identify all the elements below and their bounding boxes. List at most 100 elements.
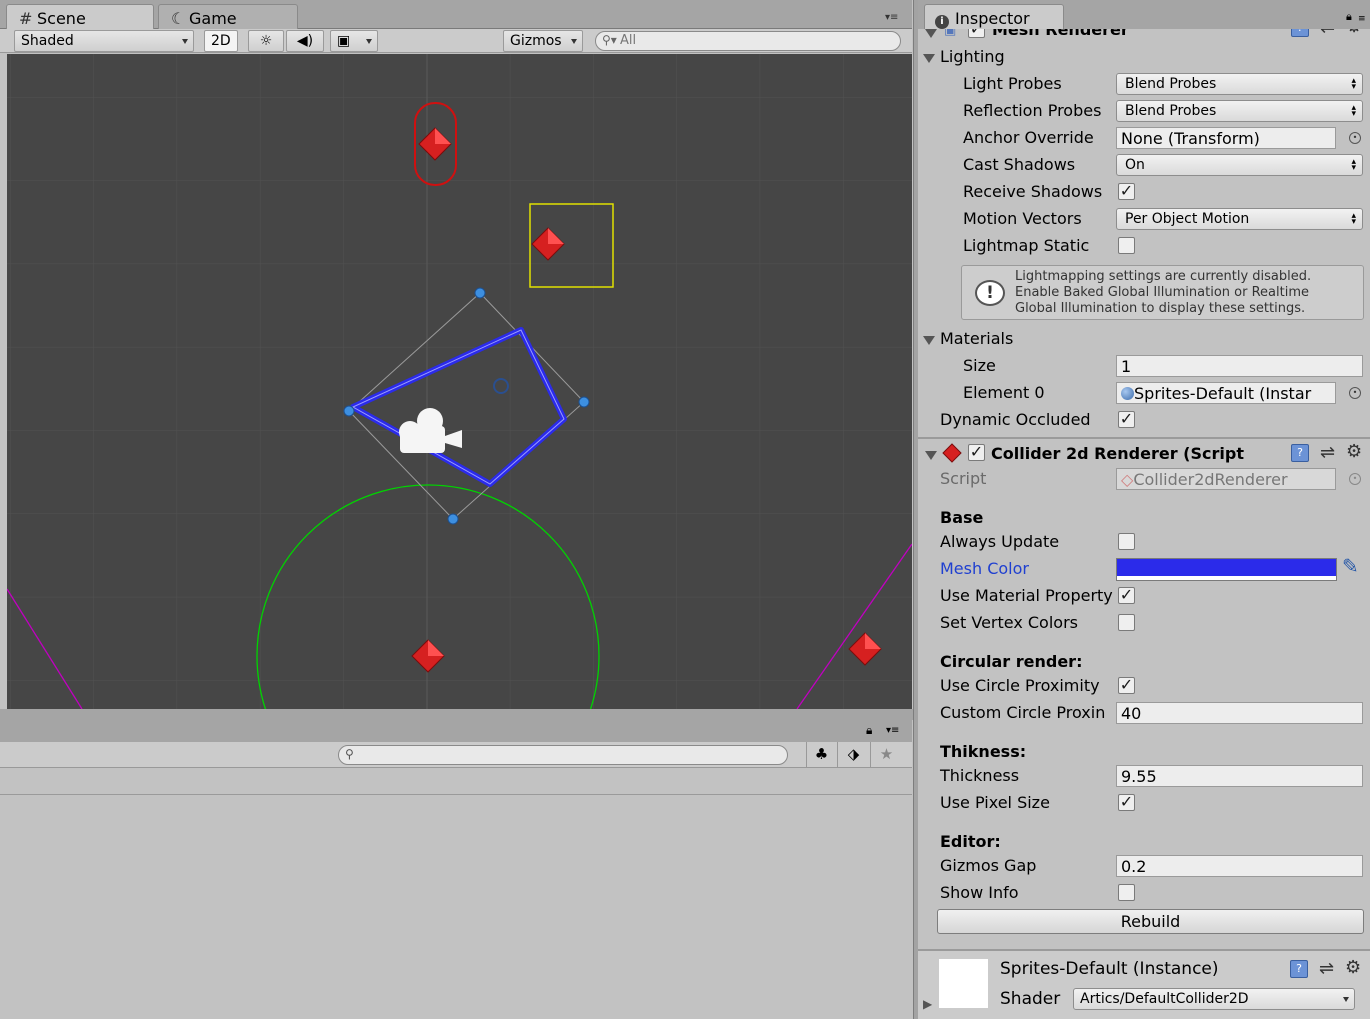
materials-header[interactable]: Materials [940,329,1013,348]
lighting-header[interactable]: Lighting [940,47,1005,66]
panel-menu-icon[interactable]: ▾≡ [885,12,898,23]
toggle-2d-button[interactable]: 2D [204,30,238,52]
base-header: Base [940,508,984,527]
set-vertex-colors-checkbox[interactable] [1118,614,1135,631]
tab-inspector[interactable]: i Inspector [924,4,1064,29]
object-picker-icon[interactable]: • [1349,473,1361,485]
reflection-probes-dropdown[interactable]: Blend Probes ▴ ▾ [1116,100,1363,122]
eyedropper-icon[interactable]: ✎ [1342,554,1359,578]
thikness-header: Thikness: [940,742,1027,761]
use-material-property-checkbox[interactable]: ✓ [1118,587,1135,604]
tab-scene[interactable]: # Scene [6,4,154,29]
bottom-panel-toolbar: ⚲ ♣ ⬗ ★ [0,742,912,768]
light-probes-dropdown[interactable]: Blend Probes ▴ ▾ [1116,73,1363,95]
effects-dropdown[interactable]: ▣ [330,30,378,52]
updown-arrow-icon: ▴ ▾ [1351,211,1356,227]
receive-shadows-checkbox[interactable]: ✓ [1118,183,1135,200]
image-icon: ▣ [337,33,351,49]
lock-icon[interactable]: 🔒︎ [866,723,872,738]
panel-menu-icon[interactable]: ≡ [1358,14,1366,24]
scene-canvas[interactable] [7,54,912,709]
motion-vectors-label: Motion Vectors [963,209,1082,228]
scene-grid-icon: # [19,9,33,28]
script-field[interactable]: ◇Collider2dRenderer [1116,468,1336,490]
rect-handle-bottom[interactable] [447,513,459,525]
mesh-renderer-enabled-checkbox[interactable]: ✓ [968,29,985,38]
audio-toggle-button[interactable]: ◀) [286,30,324,52]
foldout-arrow-icon[interactable] [923,54,935,63]
lightmap-static-checkbox[interactable] [1118,237,1135,254]
lighting-toggle-button[interactable]: ☼ [248,30,284,52]
preset-icon[interactable]: ⇌ [1319,958,1334,979]
help-icon[interactable]: ? [1291,444,1309,462]
collider-renderer-enabled-checkbox[interactable]: ✓ [968,444,985,461]
rect-handle-top[interactable] [474,287,486,299]
tab-game[interactable]: ☾ Game [158,4,298,29]
dynamic-occluded-label: Dynamic Occluded [940,410,1091,429]
component-separator [918,437,1370,439]
gear-icon[interactable]: ⚙ [1346,29,1362,37]
caret-down-icon [182,39,188,44]
gear-icon[interactable]: ⚙ [1345,957,1361,978]
scene-search-input[interactable]: ⚲▾ All [595,31,901,51]
foldout-arrow-icon[interactable] [923,336,935,345]
use-pixel-size-checkbox[interactable]: ✓ [1118,794,1135,811]
mesh-renderer-header[interactable]: ▣ ✓ Mesh Renderer ? ⇌ ⚙ [918,29,1370,41]
material-preview-thumbnail [939,959,988,1008]
script-label: Script [940,469,987,488]
custom-circle-proximity-value: 40 [1121,704,1142,723]
thickness-field[interactable]: 9.55 [1116,765,1363,787]
rebuild-button[interactable]: Rebuild [937,909,1364,934]
collider-renderer-header[interactable]: ✓ Collider 2d Renderer (Script ? ⇌ ⚙ [918,441,1370,467]
always-update-label: Always Update [940,532,1060,551]
help-icon[interactable]: ? [1291,29,1309,37]
expand-arrow-icon[interactable]: ▶ [923,997,932,1011]
caret-down-icon [366,39,372,44]
rect-handle-left[interactable] [343,405,355,417]
cast-shadows-dropdown[interactable]: On ▴ ▾ [1116,154,1363,176]
use-circle-proximity-checkbox[interactable]: ✓ [1118,677,1135,694]
favorites-button[interactable]: ★ [870,742,902,768]
inspector-panel: ▣ ✓ Mesh Renderer ? ⇌ ⚙ Lighting Light P… [918,29,1370,1019]
info-line-2: Enable Baked Global Illumination or Real… [1015,285,1309,300]
rebuild-label: Rebuild [1120,912,1181,931]
materials-size-field[interactable]: 1 [1116,355,1363,377]
always-update-checkbox[interactable] [1118,533,1135,550]
material-sphere-icon [1121,387,1134,400]
anchor-override-field[interactable]: None (Transform) [1116,127,1336,149]
mesh-color-field[interactable] [1116,558,1337,581]
rect-handle-right[interactable] [578,396,590,408]
tag-icon: ⬗ [847,745,860,763]
use-pixel-size-label: Use Pixel Size [940,793,1050,812]
gear-icon[interactable]: ⚙ [1346,441,1362,462]
type-filter-icon: ♣ [814,745,829,763]
preset-icon[interactable]: ⇌ [1320,442,1335,463]
updown-arrow-icon: ▴ ▾ [1351,76,1356,92]
element0-field[interactable]: Sprites-Default (Instar [1116,382,1336,404]
shader-dropdown[interactable]: Artics/DefaultCollider2D [1073,988,1355,1010]
panel-divider[interactable] [0,709,913,720]
gizmos-dropdown[interactable]: Gizmos [503,30,583,52]
scene-search-placeholder: All [620,33,637,48]
help-icon[interactable]: ? [1290,960,1308,978]
info-line-3: Global Illumination to display these set… [1015,301,1306,316]
show-info-checkbox[interactable] [1118,884,1135,901]
foldout-arrow-icon[interactable] [925,451,937,460]
shading-mode-dropdown[interactable]: Shaded [14,30,194,52]
panel-menu-icon[interactable]: ▾≡ [886,725,899,736]
dynamic-occluded-checkbox[interactable]: ✓ [1118,411,1135,428]
project-search-input[interactable]: ⚲ [338,745,788,765]
gizmos-gap-value: 0.2 [1121,857,1147,876]
object-picker-icon[interactable]: • [1349,132,1361,144]
lock-icon[interactable]: 🔒︎ [1346,10,1352,24]
receive-shadows-label: Receive Shadows [963,182,1103,201]
light-probes-label: Light Probes [963,74,1062,93]
scene-view[interactable] [7,54,912,709]
gizmos-gap-field[interactable]: 0.2 [1116,855,1363,877]
motion-vectors-dropdown[interactable]: Per Object Motion ▴ ▾ [1116,208,1363,230]
custom-circle-proximity-field[interactable]: 40 [1116,702,1363,724]
filter-by-type-button[interactable]: ♣ [806,742,836,768]
preset-icon[interactable]: ⇌ [1320,29,1335,38]
filter-by-label-button[interactable]: ⬗ [837,742,869,768]
object-picker-icon[interactable]: • [1349,387,1361,399]
